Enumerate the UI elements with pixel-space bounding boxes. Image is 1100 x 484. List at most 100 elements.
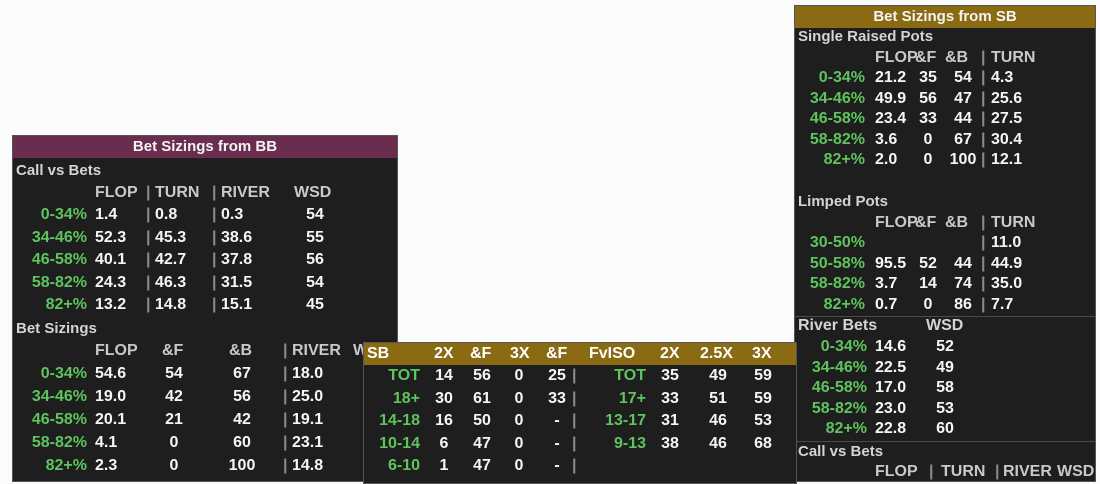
wsd-value: 54 bbox=[306, 206, 324, 223]
col-turn: TURN bbox=[941, 463, 986, 480]
table-row: 0-34% 21.2 35 54 4.3 | bbox=[795, 69, 1095, 89]
wsd-value: 58 bbox=[936, 379, 954, 396]
river-value: 17.0 bbox=[875, 379, 907, 396]
col-3x: 3X bbox=[510, 345, 530, 362]
value-2x: 38 bbox=[661, 434, 679, 452]
bet-value: 44 bbox=[954, 110, 972, 127]
col-fold: &F bbox=[915, 49, 937, 66]
flop-value: 0.7 bbox=[875, 295, 898, 313]
turn-value: 46.3 bbox=[155, 273, 187, 291]
fold-value: 0 bbox=[923, 151, 933, 168]
flop-value: 2.0 bbox=[875, 151, 898, 168]
value-3x: 59 bbox=[754, 389, 772, 407]
river-value: 22.5 bbox=[875, 358, 907, 376]
row-label: 13-17 bbox=[605, 412, 646, 429]
row-label: 46-58% bbox=[31, 251, 87, 268]
turn-value: 14.8 bbox=[155, 296, 187, 313]
turn-value: 45.3 bbox=[155, 228, 187, 246]
flop-value: 52.3 bbox=[95, 228, 127, 246]
turn-value: 30.4 bbox=[991, 130, 1023, 148]
table-row: 10-14 6 47 0-9-13 38 46 68 | bbox=[364, 435, 796, 455]
table-row: 46-58% 40.1 42.7 37.8 56 | | bbox=[13, 251, 397, 271]
column-headers: FLOP &F &B | RIVER WSD bbox=[13, 342, 397, 362]
row-label: 46-58% bbox=[809, 110, 865, 127]
value-2x: 16 bbox=[435, 412, 453, 429]
row-label: 10-14 bbox=[379, 434, 420, 452]
wsd-value: 56 bbox=[306, 251, 324, 268]
value-2x: 31 bbox=[661, 412, 679, 429]
table-row: 82+% 2.3 0 100 14.8 | bbox=[13, 457, 397, 477]
river-value: 14.8 bbox=[292, 457, 324, 474]
river-value: 0.3 bbox=[221, 206, 244, 223]
section-heading-call-vs-bets: Call vs Bets bbox=[798, 443, 884, 460]
row-label: 82+% bbox=[45, 296, 87, 313]
table-row: 46-58% 17.0 58 bbox=[795, 379, 1095, 399]
panel-title: Bet Sizings from SB bbox=[795, 6, 1095, 28]
table-row: 34-46% 22.5 49 bbox=[795, 359, 1095, 379]
table-row: 6-10 1 47 0- | bbox=[364, 457, 796, 477]
table-row: 34-46% 19.0 42 56 25.0 | bbox=[13, 388, 397, 408]
col-flop: FLOP bbox=[95, 184, 138, 201]
bet-value: 67 bbox=[954, 130, 972, 148]
wsd-value: 45 bbox=[306, 296, 324, 313]
col-wsd: WSD bbox=[294, 184, 332, 201]
value-2-5x: 46 bbox=[709, 434, 727, 452]
wsd-value: 54 bbox=[306, 273, 324, 291]
bet-value: 67 bbox=[233, 365, 251, 382]
row-label: 34-46% bbox=[31, 388, 87, 405]
fold-value: 33 bbox=[919, 110, 937, 127]
flop-value: 95.5 bbox=[875, 254, 907, 272]
col-flop: FLOP bbox=[95, 342, 138, 359]
col-fviso: FvISO bbox=[589, 345, 636, 362]
turn-value: 25.6 bbox=[991, 89, 1023, 107]
section-heading-limped-pots: Limped Pots bbox=[798, 193, 889, 210]
value-2-5x: 51 bbox=[709, 389, 727, 407]
table-row: 0-34% 54.6 54 67 18.0 | bbox=[13, 365, 397, 385]
value-3x: 53 bbox=[754, 412, 772, 429]
table-row: 34-46% 49.9 56 47 25.6 | bbox=[795, 90, 1095, 110]
table-row: 18+ 30 61 0 33 17+ 33 51 59 | bbox=[364, 390, 796, 410]
row-label: 58-82% bbox=[809, 275, 865, 292]
fold-value: 35 bbox=[919, 69, 937, 86]
wsd-value: 49 bbox=[936, 358, 954, 376]
row-label: 58-82% bbox=[809, 130, 865, 148]
value-fold: 50 bbox=[473, 412, 491, 429]
row-label: TOT bbox=[388, 367, 420, 384]
flop-value: 3.6 bbox=[875, 130, 898, 148]
table-row: 58-82% 4.1 0 60 23.1 | bbox=[13, 434, 397, 454]
flop-value: 4.1 bbox=[95, 434, 118, 451]
row-label: 58-82% bbox=[31, 273, 87, 291]
table-row: 82+% 2.0 0 100 12.1 | bbox=[795, 151, 1095, 171]
river-value: 37.8 bbox=[221, 251, 253, 268]
bb-bet-sizings-panel: Bet Sizings from BB Call vs Bets FLOP | … bbox=[12, 135, 398, 482]
col-3x: 3X bbox=[752, 345, 772, 362]
col-sb: SB bbox=[367, 345, 390, 362]
value-2-5x: 49 bbox=[709, 367, 727, 384]
row-label: 6-10 bbox=[387, 457, 420, 474]
bet-value: 60 bbox=[233, 434, 251, 451]
col-river: RIVER bbox=[1003, 463, 1052, 480]
flop-value: 19.0 bbox=[95, 388, 127, 405]
flop-value: 23.4 bbox=[875, 110, 907, 127]
river-value: 23.1 bbox=[292, 434, 324, 451]
col-wsd: WSD bbox=[1057, 463, 1095, 480]
col-2x: 2X bbox=[660, 345, 680, 362]
flop-value: 20.1 bbox=[95, 411, 127, 428]
bet-value: 54 bbox=[954, 69, 972, 86]
flop-value: 21.2 bbox=[875, 69, 907, 86]
row-label: 0-34% bbox=[818, 69, 865, 86]
col-2x: 2X bbox=[434, 345, 454, 362]
row-label: 58-82% bbox=[31, 434, 87, 451]
bet-value: 42 bbox=[233, 411, 251, 428]
turn-value: 44.9 bbox=[991, 254, 1023, 272]
bet-value: 47 bbox=[954, 89, 972, 107]
turn-value: 35.0 bbox=[991, 275, 1023, 292]
column-headers: FLOP &F &B | TURN bbox=[875, 49, 1036, 66]
row-label: 18+ bbox=[392, 389, 420, 407]
table-row: 58-82% 24.3 46.3 31.5 54 | | bbox=[13, 274, 397, 294]
flop-value: 24.3 bbox=[95, 273, 127, 291]
row-label: 82+% bbox=[823, 295, 865, 313]
column-headers: FLOP | TURN | RIVER WSD bbox=[875, 463, 1095, 480]
bet-value: 44 bbox=[954, 254, 972, 272]
column-headers: FLOP | TURN | RIVER WSD bbox=[95, 184, 332, 201]
